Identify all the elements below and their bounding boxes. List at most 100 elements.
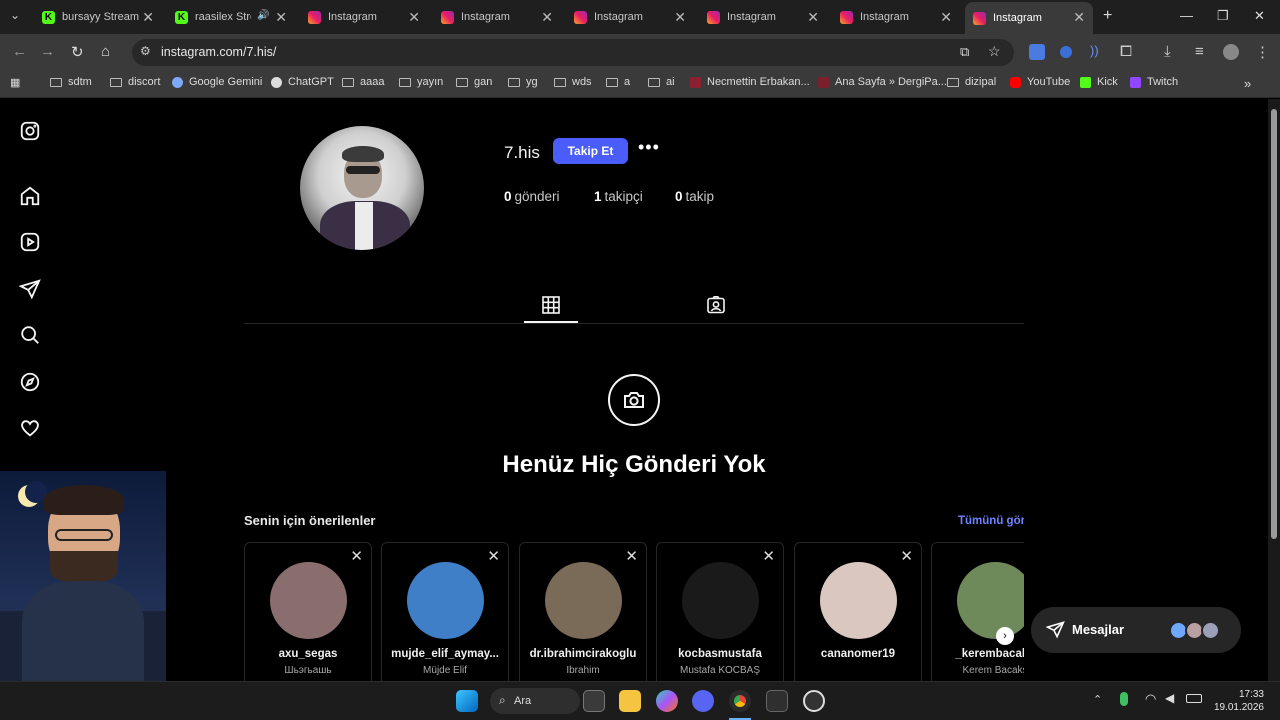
dismiss-icon[interactable]: ✕: [350, 547, 363, 565]
obs-icon[interactable]: [803, 690, 825, 712]
bookmark-item[interactable]: discort: [110, 76, 160, 88]
see-all-link[interactable]: Tümünü gör: [958, 515, 1024, 527]
bookmark-item[interactable]: aaaa: [342, 76, 384, 88]
home-icon[interactable]: ⌂: [101, 43, 110, 60]
bookmark-item[interactable]: yg: [508, 76, 538, 88]
suggestion-username[interactable]: dr.ibrahimcirakoglu: [520, 648, 646, 660]
close-tab-icon[interactable]: ✕: [674, 9, 686, 26]
suggestion-card[interactable]: ✕ dr.ibrahimcirakoglu İbrahim: [519, 542, 647, 681]
suggestion-card[interactable]: ✕ cananomer19: [794, 542, 922, 681]
extension-icon[interactable]: )): [1090, 43, 1099, 58]
discord-icon[interactable]: [692, 690, 714, 712]
messages-button[interactable]: Mesajlar: [1031, 607, 1241, 653]
apps-grid-icon[interactable]: ▦: [10, 76, 20, 89]
notion-icon[interactable]: [766, 690, 788, 712]
taskbar-search[interactable]: ⌕ Ara: [490, 688, 580, 714]
store-icon[interactable]: [583, 690, 605, 712]
browser-tab[interactable]: Instagram ✕: [566, 0, 694, 34]
browser-tab[interactable]: Instagram ✕: [832, 0, 960, 34]
maximize-icon[interactable]: ❐: [1217, 8, 1229, 24]
minimize-icon[interactable]: —: [1180, 8, 1193, 23]
browser-tab[interactable]: Instagram ✕: [300, 0, 428, 34]
new-tab-icon[interactable]: +: [1103, 7, 1112, 25]
bookmark-item[interactable]: gan: [456, 76, 492, 88]
url-text[interactable]: instagram.com/7.his/: [161, 45, 276, 59]
browser-tab[interactable]: Instagram ✕: [433, 0, 561, 34]
file-explorer-icon[interactable]: [619, 690, 641, 712]
posts-grid-tab-icon[interactable]: [541, 295, 561, 315]
start-menu-icon[interactable]: [456, 690, 478, 712]
suggestion-avatar[interactable]: [545, 562, 622, 639]
profile-avatar-icon[interactable]: [1223, 44, 1239, 60]
close-tab-icon[interactable]: ✕: [408, 9, 420, 26]
suggestion-avatar[interactable]: [957, 562, 1024, 639]
suggestion-avatar[interactable]: [270, 562, 347, 639]
suggestion-username[interactable]: mujde_elif_aymay...: [382, 648, 508, 660]
dismiss-icon[interactable]: ✕: [762, 547, 775, 565]
bookmark-item[interactable]: YouTube: [1010, 76, 1070, 88]
install-app-icon[interactable]: ⧉: [960, 44, 969, 60]
volume-icon[interactable]: ◀: [1165, 691, 1174, 705]
menu-kebab-icon[interactable]: ⋮: [1255, 43, 1270, 61]
send-message-icon[interactable]: [18, 278, 41, 300]
forward-icon[interactable]: →: [40, 43, 55, 60]
copilot-icon[interactable]: [656, 690, 678, 712]
microphone-icon[interactable]: [1120, 692, 1128, 706]
bookmark-item[interactable]: yayın: [399, 76, 443, 88]
dismiss-icon[interactable]: ✕: [625, 547, 638, 565]
page-scrollbar[interactable]: [1268, 99, 1280, 681]
suggestion-card[interactable]: ✕ axu_segas Шьэгьашь: [244, 542, 372, 681]
instagram-logo-icon[interactable]: [19, 120, 41, 142]
posts-stat[interactable]: 0 gönderi: [504, 189, 560, 204]
more-options-icon[interactable]: •••: [638, 137, 660, 158]
system-clock[interactable]: 17:33 19.01.2026: [1210, 688, 1264, 714]
profile-avatar[interactable]: [300, 126, 424, 250]
suggestion-card[interactable]: › _kerembacaks Kerem Bacaks: [931, 542, 1024, 681]
browser-tab[interactable]: K raasilex Stream 🔊 ✕: [167, 0, 295, 34]
dismiss-icon[interactable]: ✕: [900, 547, 913, 565]
suggestion-card[interactable]: ✕ kocbasmustafa Mustafa KOCBAŞ: [656, 542, 784, 681]
close-tab-icon[interactable]: ✕: [940, 9, 952, 26]
bookmark-item[interactable]: sdtm: [50, 76, 92, 88]
close-tab-icon[interactable]: ✕: [807, 9, 819, 26]
suggestion-card[interactable]: ✕ mujde_elif_aymay... Müjde Elif: [381, 542, 509, 681]
scrollbar-thumb[interactable]: [1271, 109, 1277, 539]
bookmark-item[interactable]: ai: [648, 76, 675, 88]
close-tab-icon[interactable]: ✕: [275, 9, 287, 26]
close-window-icon[interactable]: ✕: [1254, 8, 1265, 24]
bookmark-item[interactable]: Kick: [1080, 76, 1118, 88]
bookmark-item[interactable]: Google Gemini: [172, 76, 262, 88]
suggestion-avatar[interactable]: [407, 562, 484, 639]
following-stat[interactable]: 0 takip: [675, 189, 714, 204]
bookmark-item[interactable]: Twitch: [1130, 76, 1178, 88]
search-icon[interactable]: [19, 324, 41, 346]
battery-icon[interactable]: [1186, 694, 1202, 703]
back-icon[interactable]: ←: [12, 43, 27, 60]
close-tab-icon[interactable]: ✕: [1073, 9, 1085, 26]
tagged-tab-icon[interactable]: [706, 295, 726, 315]
reload-icon[interactable]: ↻: [71, 43, 84, 61]
close-tab-icon[interactable]: ✕: [541, 9, 553, 26]
browser-tab[interactable]: K bursayy Stream ✕: [34, 0, 162, 34]
explore-compass-icon[interactable]: [19, 371, 41, 393]
home-icon[interactable]: [19, 185, 41, 207]
bookmark-item[interactable]: dizipal: [947, 76, 996, 88]
suggestion-avatar[interactable]: [820, 562, 897, 639]
extensions-puzzle-icon[interactable]: ⧠: [1120, 43, 1132, 60]
follow-button[interactable]: Takip Et: [553, 138, 628, 164]
suggestion-username[interactable]: axu_segas: [245, 648, 371, 660]
chevron-up-icon[interactable]: ⌃: [1093, 693, 1102, 706]
suggestion-username[interactable]: _kerembacaks: [932, 648, 1024, 660]
bookmark-item[interactable]: Necmettin Erbakan...: [690, 76, 810, 88]
reels-icon[interactable]: [19, 231, 41, 253]
notifications-heart-icon[interactable]: [19, 417, 41, 439]
followers-stat[interactable]: 1 takipçi: [594, 189, 643, 204]
extension-icon[interactable]: [1060, 46, 1072, 58]
more-bookmarks-icon[interactable]: »: [1244, 76, 1251, 91]
carousel-next-icon[interactable]: ›: [996, 627, 1014, 645]
dismiss-icon[interactable]: ✕: [487, 547, 500, 565]
download-icon[interactable]: ⤓: [1164, 43, 1171, 60]
suggestion-username[interactable]: kocbasmustafa: [657, 648, 783, 660]
suggestion-username[interactable]: cananomer19: [795, 648, 921, 660]
bookmark-item[interactable]: a: [606, 76, 630, 88]
